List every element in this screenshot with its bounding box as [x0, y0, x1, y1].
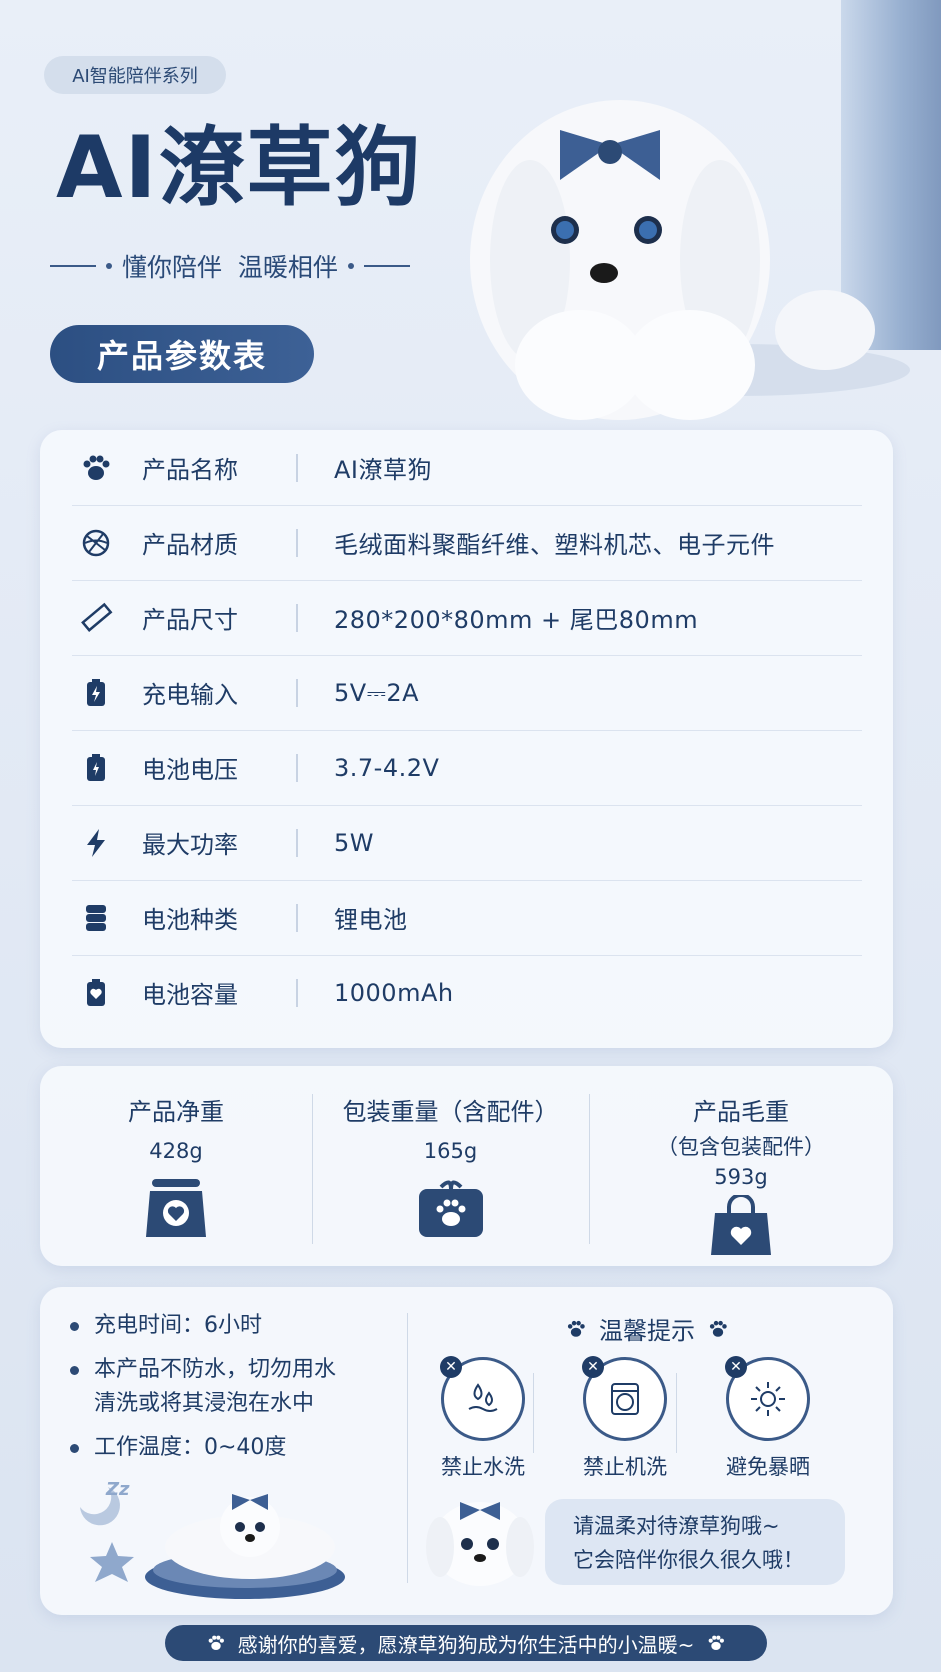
- weight-net: 产品净重 428g: [40, 1066, 312, 1266]
- weight-gross: 产品毛重 （包含包装配件） 593g: [589, 1066, 893, 1266]
- series-badge: AI智能陪伴系列: [44, 56, 226, 94]
- spec-row-size: 产品尺寸 280*200*80mm + 尾巴80mm: [72, 580, 862, 656]
- prohibit-icon: ✕: [725, 1356, 747, 1378]
- spec-label: 产品尺寸: [142, 606, 238, 634]
- note-charging-time: 充电时间：6小时: [70, 1309, 262, 1343]
- note-waterproof-cont: 清洗或将其浸泡在水中: [94, 1391, 315, 1416]
- plush-dog-image: [470, 100, 910, 420]
- note-waterproof: 本产品不防水，切勿用水: [70, 1353, 336, 1387]
- paw-icon: [208, 1635, 224, 1651]
- subtitle: 懂你陪伴 温暖相伴: [50, 248, 450, 284]
- weight-package: 包装重量（含配件） 165g: [312, 1066, 589, 1266]
- paw-icon: [709, 1320, 727, 1337]
- tips-panel: 充电时间：6小时 本产品不防水，切勿用水 清洗或将其浸泡在水中 工作温度：0~4…: [40, 1287, 893, 1615]
- shopping-bag-heart-icon: [711, 1195, 771, 1255]
- warning-label: 禁止机洗: [583, 1455, 667, 1479]
- spec-row-material: 产品材质 毛绒面料聚酯纤维、塑料机芯、电子元件: [72, 505, 862, 581]
- spec-row-capacity: 电池容量 1000mAh: [72, 955, 862, 1030]
- divider: [533, 1373, 534, 1453]
- spec-label: 产品材质: [142, 531, 238, 559]
- divider-dot: [347, 263, 354, 269]
- warm-tips-title: 温馨提示: [565, 1311, 729, 1346]
- weight-title: 包装重量（含配件）: [342, 1098, 559, 1126]
- divider: [407, 1313, 408, 1583]
- prohibit-icon: ✕: [582, 1356, 604, 1378]
- spec-row-name: 产品名称 AI潦草狗: [72, 430, 862, 506]
- spec-table: 产品名称 AI潦草狗 产品材质 毛绒面料聚酯纤维、塑料机芯、电子元件 产品尺寸 …: [40, 430, 893, 1048]
- yarn-ball-icon: [72, 526, 120, 560]
- spec-row-input: 充电输入 5V⎓2A: [72, 655, 862, 731]
- weight-value: 428g: [149, 1139, 203, 1163]
- small-dog-image: [426, 1502, 534, 1586]
- sleep-zz-text: Zz: [106, 1479, 130, 1500]
- spec-value: AI潦草狗: [334, 456, 432, 484]
- spec-label: 电池容量: [142, 981, 238, 1009]
- separator: [296, 903, 298, 932]
- divider-dot: [106, 263, 112, 269]
- prohibit-icon: ✕: [440, 1356, 462, 1378]
- spec-row-voltage: 电池电压 3.7-4.2V: [72, 730, 862, 806]
- washing-machine-icon: [611, 1383, 639, 1415]
- spec-label: 电池电压: [142, 756, 238, 784]
- charging-battery-icon: [72, 676, 120, 710]
- warning-no-hand-wash: ✕ 禁止水洗: [423, 1356, 543, 1481]
- spec-value: 3.7-4.2V: [334, 753, 440, 782]
- weight-title: 产品净重: [128, 1098, 224, 1126]
- spec-value: 锂电池: [334, 906, 408, 934]
- warning-label: 禁止水洗: [441, 1455, 525, 1479]
- bubble-line: 请温柔对待潦草狗哦~: [573, 1514, 780, 1538]
- bubble-line: 它会陪伴你很久很久哦！: [573, 1548, 804, 1572]
- spec-value: 5V⎓2A: [334, 678, 420, 707]
- weight-title: 产品毛重: [693, 1098, 789, 1126]
- spec-row-power: 最大功率 5W: [72, 805, 862, 881]
- footer-text: 感谢你的喜爱，愿潦草狗狗成为你生活中的小温暖~: [237, 1632, 695, 1657]
- divider-line: [363, 265, 410, 267]
- weight-value: 165g: [423, 1139, 478, 1163]
- spec-value: 毛绒面料聚酯纤维、塑料机芯、电子元件: [334, 531, 775, 559]
- note-temperature: 工作温度：0~40度: [70, 1431, 286, 1465]
- gift-box-paw-icon: [418, 1180, 483, 1237]
- weight-value: 593g: [714, 1165, 768, 1189]
- separator: [296, 528, 298, 557]
- paw-icon: [709, 1635, 725, 1651]
- separator: [296, 978, 298, 1007]
- page-title: AI潦草狗: [56, 118, 423, 218]
- warning-label: 避免暴晒: [726, 1455, 810, 1479]
- warning-avoid-sun: ✕ 避免暴晒: [708, 1356, 828, 1481]
- separator: [296, 678, 298, 707]
- battery-heart-icon: [72, 976, 120, 1010]
- spec-value: 5W: [334, 828, 374, 857]
- spec-label: 最大功率: [142, 831, 238, 859]
- separator: [296, 603, 298, 632]
- spec-row-type: 电池种类 锂电池: [72, 880, 862, 956]
- warm-tips-label: 温馨提示: [599, 1317, 695, 1345]
- lightning-icon: [72, 826, 120, 860]
- speech-bubble: 请温柔对待潦草狗哦~ 它会陪伴你很久很久哦！: [545, 1499, 845, 1585]
- paw-icon: [567, 1320, 585, 1337]
- warning-no-machine-wash: ✕ 禁止机洗: [565, 1356, 685, 1481]
- separator: [296, 753, 298, 782]
- footer-banner: 感谢你的喜爱，愿潦草狗狗成为你生活中的小温暖~: [165, 1625, 767, 1661]
- scale-heart-icon: [146, 1179, 206, 1237]
- separator: [296, 828, 298, 857]
- spec-value: 1000mAh: [334, 978, 454, 1007]
- separator: [296, 453, 298, 482]
- water-drops-icon: [468, 1383, 498, 1412]
- divider: [676, 1373, 677, 1453]
- spec-label: 充电输入: [142, 681, 238, 709]
- spec-label: 电池种类: [142, 906, 238, 934]
- weight-subtitle: （包含包装配件）: [657, 1135, 825, 1159]
- battery-cells-icon: [72, 901, 120, 935]
- ruler-icon: [72, 601, 120, 635]
- spec-section-tag: 产品参数表: [50, 325, 314, 383]
- battery-bolt-icon: [72, 751, 120, 785]
- sun-icon: [751, 1382, 785, 1416]
- divider-line: [50, 265, 96, 267]
- weight-panel: 产品净重 428g 包装重量（含配件） 165g 产品毛重 （包含包装配件） 5…: [40, 1066, 893, 1266]
- spec-label: 产品名称: [142, 456, 238, 484]
- spec-value: 280*200*80mm + 尾巴80mm: [334, 606, 699, 634]
- subtitle-text: 懂你陪伴 温暖相伴: [122, 253, 338, 282]
- paw-icon: [72, 451, 120, 485]
